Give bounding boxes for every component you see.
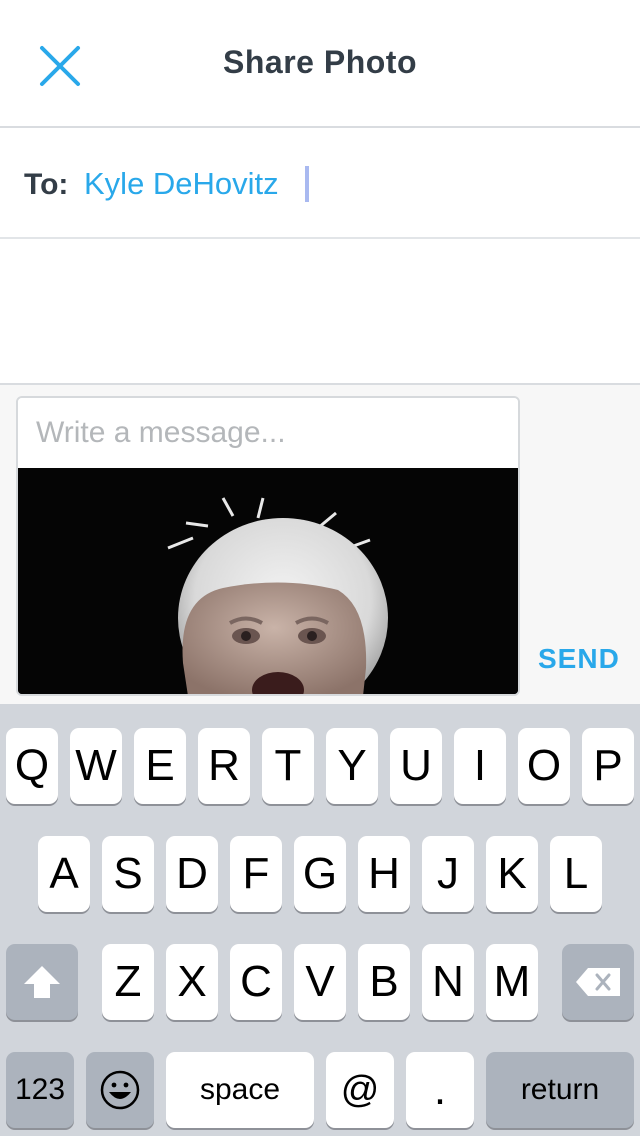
keyboard: QWERTYUIOP ASDFGHJKL ZXCVBNM 123 space @… (0, 704, 640, 1136)
send-button[interactable]: SEND (538, 643, 620, 675)
page-title: Share Photo (223, 44, 417, 80)
key-j[interactable]: J (422, 836, 474, 912)
emoji-key[interactable] (86, 1052, 154, 1128)
period-key[interactable]: . (406, 1052, 474, 1128)
key-e[interactable]: E (134, 728, 186, 804)
key-a[interactable]: A (38, 836, 90, 912)
key-f[interactable]: F (230, 836, 282, 912)
nav-header: Share Photo (0, 0, 640, 128)
numbers-key[interactable]: 123 (6, 1052, 74, 1128)
recipient-chip[interactable]: Kyle DeHovitz (84, 166, 279, 202)
space-key[interactable]: space (166, 1052, 314, 1128)
return-key[interactable]: return (486, 1052, 634, 1128)
key-y[interactable]: Y (326, 728, 378, 804)
key-q[interactable]: Q (6, 728, 58, 804)
key-l[interactable]: L (550, 836, 602, 912)
message-input[interactable] (18, 398, 518, 468)
backspace-icon (576, 968, 620, 996)
key-m[interactable]: M (486, 944, 538, 1020)
recipient-row: To: Kyle DeHovitz (0, 128, 640, 239)
emoji-smiley-icon (100, 1070, 140, 1110)
key-k[interactable]: K (486, 836, 538, 912)
key-o[interactable]: O (518, 728, 570, 804)
key-i[interactable]: I (454, 728, 506, 804)
text-caret (305, 166, 309, 202)
at-key[interactable]: @ (326, 1052, 394, 1128)
key-n[interactable]: N (422, 944, 474, 1020)
key-x[interactable]: X (166, 944, 218, 1020)
key-z[interactable]: Z (102, 944, 154, 1020)
recipient-input[interactable] (296, 156, 616, 212)
shift-key[interactable] (6, 944, 78, 1020)
photo-image (18, 468, 518, 694)
empty-area (0, 239, 640, 383)
key-r[interactable]: R (198, 728, 250, 804)
attached-photo (18, 468, 518, 694)
key-u[interactable]: U (390, 728, 442, 804)
key-b[interactable]: B (358, 944, 410, 1020)
compose-box (16, 396, 520, 696)
to-label: To: (24, 168, 69, 201)
key-t[interactable]: T (262, 728, 314, 804)
compose-bar: SEND (0, 383, 640, 704)
key-s[interactable]: S (102, 836, 154, 912)
key-w[interactable]: W (70, 728, 122, 804)
key-c[interactable]: C (230, 944, 282, 1020)
key-p[interactable]: P (582, 728, 634, 804)
delete-key[interactable] (562, 944, 634, 1020)
key-v[interactable]: V (294, 944, 346, 1020)
key-d[interactable]: D (166, 836, 218, 912)
shift-arrow-icon (24, 966, 60, 998)
key-h[interactable]: H (358, 836, 410, 912)
key-g[interactable]: G (294, 836, 346, 912)
